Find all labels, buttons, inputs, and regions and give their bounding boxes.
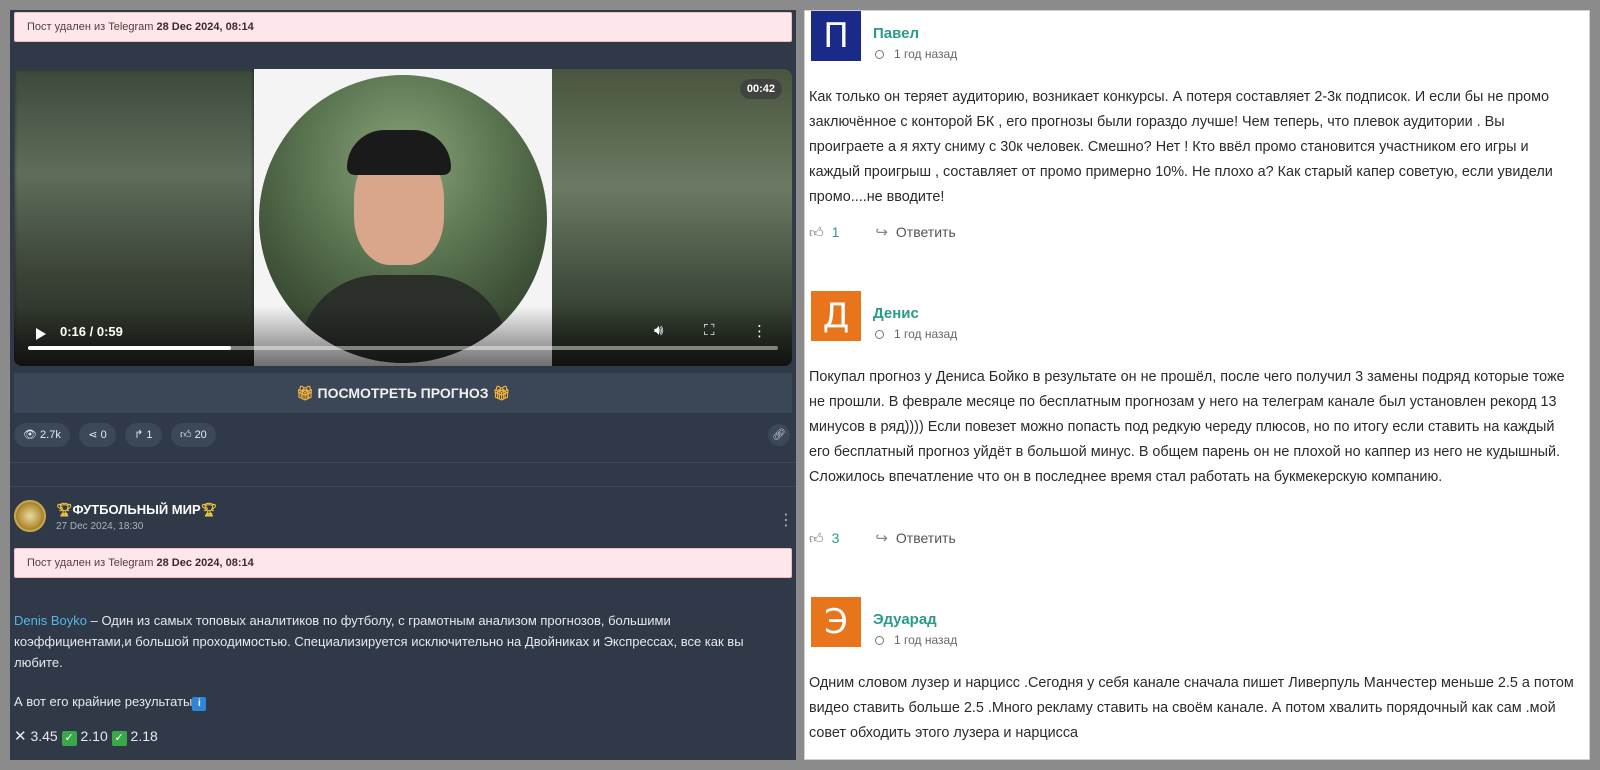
channel-name[interactable]: 🏆︎ФУТБОЛЬНЫЙ МИР🏆︎ — [56, 502, 217, 518]
clock-icon — [875, 50, 884, 59]
volume-icon[interactable]: 🔊︎ — [654, 322, 663, 339]
comment-time: 1 год назад — [875, 327, 957, 341]
share-icon: ⋖ — [88, 429, 98, 441]
video-player[interactable]: 00:42 0:16 / 0:59 🔊︎ ⛶ ⋮ — [14, 69, 792, 366]
comments-panel: П Павел 1 год назад Как только он теряет… — [804, 10, 1590, 760]
check-icon: ✓ — [61, 731, 77, 746]
thumbs-up-icon[interactable]: 👍︎ — [809, 530, 824, 546]
gift-icon: 🎁︎ — [295, 385, 314, 401]
results-list: ✕ 3.45 ✓ 2.10 ✓ 2.18 — [14, 728, 158, 746]
video-progress[interactable] — [28, 346, 778, 350]
comment-author[interactable]: Павел — [873, 25, 919, 42]
reply-icon[interactable]: ↪ — [875, 530, 888, 547]
avatar: Э — [811, 597, 861, 647]
deleted-notice: Пост удален из Telegram 28 Dec 2024, 08:… — [14, 548, 792, 578]
forward-icon: ↱ — [134, 429, 144, 441]
info-icon: i — [192, 697, 207, 711]
comment-actions: 👍︎ 3 ↪ Ответить — [809, 530, 956, 547]
post-body: Denis Boyko – Один из самых топовых анал… — [14, 610, 784, 747]
reply-button[interactable]: Ответить — [896, 530, 956, 546]
avatar: Д — [811, 291, 861, 341]
check-icon: ✓ — [111, 731, 127, 746]
cross-icon: ✕ — [14, 728, 27, 745]
channel-avatar[interactable] — [14, 500, 46, 532]
telegram-feed-panel: Пост удален из Telegram 28 Dec 2024, 08:… — [10, 10, 796, 760]
forwards-pill[interactable]: ↱ 1 — [125, 423, 162, 447]
views-pill[interactable]: 👁︎ 2.7k — [14, 423, 70, 447]
thumbs-up-icon[interactable]: 👍︎ — [809, 224, 824, 240]
link-icon[interactable]: 🔗︎ — [768, 424, 790, 446]
eye-icon: 👁︎ — [23, 429, 37, 441]
trophy-icon: 🏆︎ — [56, 502, 73, 517]
more-vertical-icon[interactable]: ⋮ — [778, 510, 794, 530]
gift-icon: 🎁︎ — [492, 385, 511, 401]
deleted-notice: Пост удален из Telegram 28 Dec 2024, 08:… — [14, 12, 792, 42]
clock-icon — [875, 636, 884, 645]
avatar: П — [811, 11, 861, 61]
comment-author[interactable]: Эдуарад — [873, 611, 937, 628]
play-icon[interactable] — [36, 328, 46, 340]
comment-author[interactable]: Денис — [873, 305, 919, 322]
video-controls: 0:16 / 0:59 🔊︎ ⛶ ⋮ — [14, 306, 792, 366]
trophy-icon: 🏆︎ — [200, 502, 218, 517]
view-prediction-button[interactable]: 🎁︎ ПОСМОТРЕТЬ ПРОГНОЗ 🎁︎ — [14, 373, 792, 413]
author-link[interactable]: Denis Boyko — [14, 613, 87, 628]
comment-text: Как только он теряет аудиторию, возникае… — [809, 89, 1553, 205]
comment-text: Одним словом лузер и нарцисс .Сегодня у … — [809, 675, 1574, 741]
fullscreen-icon[interactable]: ⛶ — [704, 322, 715, 339]
post-date: 27 Dec 2024, 18:30 — [56, 521, 144, 532]
comment-time: 1 год назад — [875, 633, 957, 647]
post-stats: 👁︎ 2.7k ⋖ 0 ↱ 1 👍︎ 20 — [14, 423, 221, 449]
comment-time: 1 год назад — [875, 47, 957, 61]
reply-button[interactable]: Ответить — [896, 224, 956, 240]
shares-pill[interactable]: ⋖ 0 — [79, 423, 116, 447]
comment-text: Покупал прогноз у Дениса Бойко в результ… — [809, 369, 1565, 485]
duration-badge: 00:42 — [739, 79, 782, 99]
more-vertical-icon[interactable]: ⋮ — [752, 322, 767, 340]
video-time: 0:16 / 0:59 — [60, 324, 123, 339]
comment-actions: 👍︎ 1 ↪ Ответить — [809, 224, 956, 241]
reply-icon[interactable]: ↪ — [875, 224, 888, 241]
clock-icon — [875, 330, 884, 339]
thumbs-up-icon: 👍︎ — [180, 429, 192, 441]
likes-pill[interactable]: 👍︎ 20 — [171, 423, 216, 447]
